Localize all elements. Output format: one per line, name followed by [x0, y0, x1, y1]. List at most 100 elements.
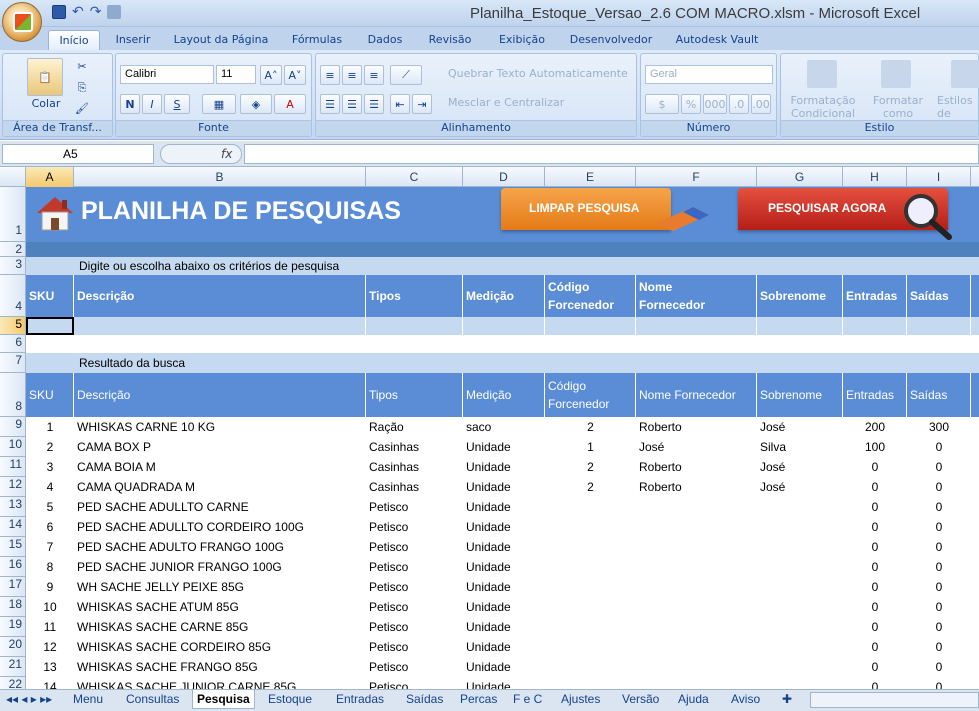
- cell-sku[interactable]: 7: [26, 540, 74, 554]
- cell-ent[interactable]: 0: [843, 500, 907, 514]
- cell-med[interactable]: Unidade: [463, 580, 545, 594]
- criteria-input-saidas[interactable]: [907, 317, 971, 335]
- criteria-input-sobrenome[interactable]: [757, 317, 843, 335]
- copy-icon[interactable]: ⎘: [75, 81, 89, 95]
- row-header[interactable]: 17: [0, 577, 26, 597]
- undo-icon[interactable]: ↶: [72, 5, 84, 19]
- cell-cod[interactable]: 1: [545, 440, 636, 454]
- name-box[interactable]: A5: [2, 144, 154, 164]
- sheet-tab-ajuda[interactable]: Ajuda: [678, 690, 709, 709]
- cell-sai[interactable]: 0: [907, 500, 971, 514]
- shrink-font-icon[interactable]: A˅: [284, 65, 306, 85]
- cell-sku[interactable]: 12: [26, 640, 74, 654]
- underline-icon[interactable]: S: [164, 94, 190, 114]
- tab-inicio[interactable]: Início: [48, 30, 100, 50]
- row-header[interactable]: 9: [0, 417, 26, 437]
- cell-tipo[interactable]: Petisco: [366, 520, 463, 534]
- align-center-icon[interactable]: ☰: [342, 94, 362, 114]
- cell-tipo[interactable]: Petisco: [366, 660, 463, 674]
- cell-sai[interactable]: 0: [907, 560, 971, 574]
- cell-sai[interactable]: 0: [907, 640, 971, 654]
- select-all-corner[interactable]: [0, 167, 26, 187]
- bold-icon[interactable]: N: [120, 94, 140, 114]
- cell-sai[interactable]: 0: [907, 480, 971, 494]
- cell-med[interactable]: Unidade: [463, 660, 545, 674]
- criteria-input-codigo[interactable]: [545, 317, 636, 335]
- font-color-icon[interactable]: A: [274, 94, 306, 114]
- cell-tipo[interactable]: Petisco: [366, 500, 463, 514]
- paste-icon[interactable]: 📋: [27, 58, 63, 96]
- cell-med[interactable]: Unidade: [463, 640, 545, 654]
- criteria-input-medicao[interactable]: [463, 317, 545, 335]
- cell-med[interactable]: Unidade: [463, 500, 545, 514]
- tab-desenvolvedor[interactable]: Desenvolvedor: [566, 30, 656, 50]
- cell-sai[interactable]: 0: [907, 540, 971, 554]
- cell-med[interactable]: Unidade: [463, 540, 545, 554]
- cell-desc[interactable]: CAMA QUADRADA M: [74, 480, 366, 494]
- cell-desc[interactable]: WHISKAS SACHE CORDEIRO 85G: [74, 640, 366, 654]
- row-header[interactable]: 2: [0, 242, 26, 257]
- cell-desc[interactable]: WHISKAS SACHE CARNE 85G: [74, 620, 366, 634]
- column-header-d[interactable]: D: [463, 167, 545, 187]
- cell-sku[interactable]: 11: [26, 620, 74, 634]
- cell-desc[interactable]: PED SACHE ADULLTO CORDEIRO 100G: [74, 520, 366, 534]
- active-cell-a5[interactable]: [26, 317, 74, 335]
- cell-ent[interactable]: 0: [843, 680, 907, 689]
- redo-icon[interactable]: ↷: [90, 5, 102, 19]
- row-header[interactable]: 19: [0, 617, 26, 637]
- fx-icon[interactable]: fx: [160, 144, 242, 164]
- cell-nome[interactable]: José: [636, 440, 757, 454]
- cell-tipo[interactable]: Petisco: [366, 600, 463, 614]
- sheet-tab-saidas[interactable]: Saídas: [406, 690, 443, 709]
- cell-nome[interactable]: Roberto: [636, 480, 757, 494]
- cell-tipo[interactable]: Petisco: [366, 560, 463, 574]
- cell-sku[interactable]: 13: [26, 660, 74, 674]
- criteria-input-nome[interactable]: [636, 317, 757, 335]
- criteria-input-descricao[interactable]: [74, 317, 366, 335]
- row-header[interactable]: 11: [0, 457, 26, 477]
- row-header[interactable]: 18: [0, 597, 26, 617]
- cell-sai[interactable]: 0: [907, 460, 971, 474]
- cell-med[interactable]: Unidade: [463, 600, 545, 614]
- cell-sai[interactable]: 0: [907, 520, 971, 534]
- cell-ent[interactable]: 0: [843, 620, 907, 634]
- cell-sku[interactable]: 10: [26, 600, 74, 614]
- tab-autodesk-vault[interactable]: Autodesk Vault: [672, 30, 762, 50]
- tab-layout[interactable]: Layout da Página: [172, 30, 270, 50]
- sheet-tab-entradas[interactable]: Entradas: [336, 690, 384, 709]
- sheet-tab-aviso[interactable]: Aviso: [731, 690, 760, 709]
- cell-ent[interactable]: 0: [843, 520, 907, 534]
- cell-ent[interactable]: 0: [843, 540, 907, 554]
- orientation-icon[interactable]: ⟋: [390, 65, 422, 85]
- formula-input[interactable]: [244, 144, 979, 164]
- tab-formulas[interactable]: Fórmulas: [288, 30, 346, 50]
- cut-icon[interactable]: ✂: [75, 60, 89, 73]
- save-icon[interactable]: [52, 5, 66, 19]
- row-header[interactable]: 5: [0, 317, 26, 335]
- percent-icon[interactable]: %: [681, 94, 701, 114]
- row-header[interactable]: 3: [0, 257, 26, 275]
- cell-ent[interactable]: 100: [843, 440, 907, 454]
- cell-cod[interactable]: 2: [545, 460, 636, 474]
- cell-cod[interactable]: 2: [545, 480, 636, 494]
- row-header[interactable]: 12: [0, 477, 26, 497]
- decrease-decimal-icon[interactable]: .00: [751, 94, 771, 114]
- cell-desc[interactable]: WHISKAS CARNE 10 KG: [74, 420, 366, 434]
- sheet-tab-consultas[interactable]: Consultas: [126, 690, 179, 709]
- conditional-format-button[interactable]: Formatação Condicional: [785, 94, 861, 120]
- row-header[interactable]: 16: [0, 557, 26, 577]
- wrap-text-button[interactable]: Quebrar Texto Automaticamente: [448, 67, 628, 80]
- font-name-select[interactable]: Calibri: [120, 65, 214, 84]
- row-header[interactable]: 8: [0, 373, 26, 417]
- cell-med[interactable]: Unidade: [463, 480, 545, 494]
- customize-toolbar-icon[interactable]: [107, 5, 122, 19]
- cell-med[interactable]: Unidade: [463, 620, 545, 634]
- cell-tipo[interactable]: Petisco: [366, 620, 463, 634]
- decrease-indent-icon[interactable]: ⇤: [390, 94, 410, 114]
- cell-med[interactable]: Unidade: [463, 560, 545, 574]
- column-header-h[interactable]: H: [843, 167, 907, 187]
- cell-sob[interactable]: José: [757, 460, 843, 474]
- cell-sob[interactable]: Silva: [757, 440, 843, 454]
- cell-nome[interactable]: Roberto: [636, 420, 757, 434]
- number-format-select[interactable]: Geral: [645, 65, 773, 84]
